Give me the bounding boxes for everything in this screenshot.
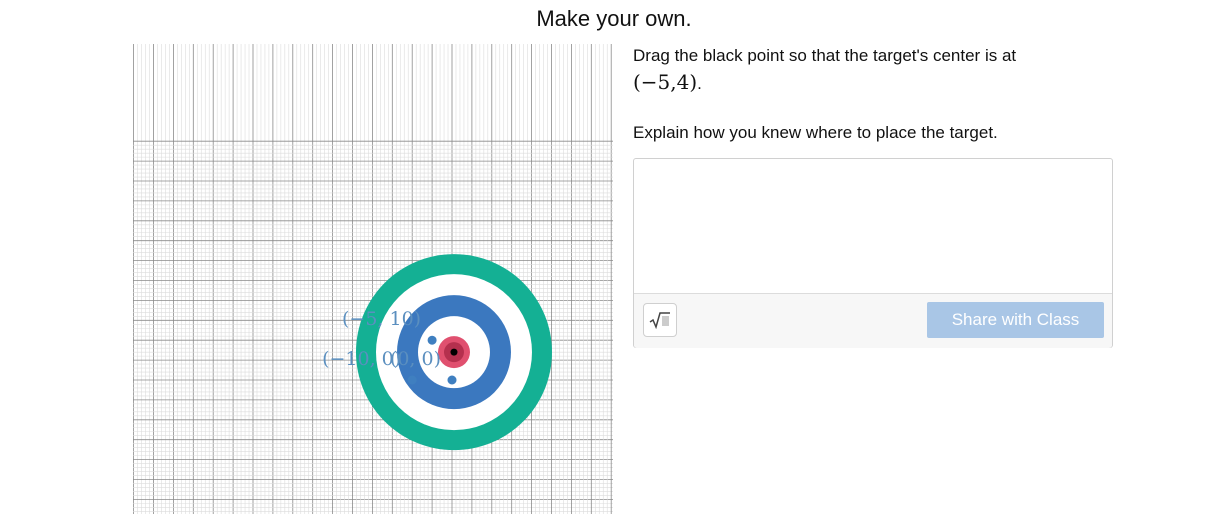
share-with-class-button[interactable]: Share with Class [927,302,1104,338]
answer-input[interactable] [634,159,1112,293]
drag-handle-point[interactable] [450,348,458,356]
target-coordinate: (−5,4) [633,70,698,94]
point-label-origin: (0, 0) [390,348,441,370]
explain-question: Explain how you knew where to place the … [633,123,998,142]
point-neg10-0 [407,375,417,385]
instruction-period: . [697,74,702,93]
coordinate-graph[interactable]: (−5, 10) (−10, 0) (0, 0) [133,44,613,514]
graph-canvas[interactable]: (−5, 10) (−10, 0) (0, 0) [133,44,613,514]
point-neg5-10 [427,335,437,345]
grid [133,44,613,514]
answer-toolbar: Share with Class [634,293,1112,348]
answer-box: Share with Class [633,158,1113,348]
point-origin [447,375,457,385]
point-label-neg5-10: (−5, 10) [342,308,421,330]
instruction-text: Drag the black point so that the target'… [633,44,1113,96]
sqrt-icon [649,312,670,329]
response-panel: Drag the black point so that the target'… [633,44,1113,348]
math-input-button[interactable] [643,303,677,337]
page-title: Make your own. [536,6,692,31]
instruction-prompt: Drag the black point so that the target'… [633,46,1017,65]
